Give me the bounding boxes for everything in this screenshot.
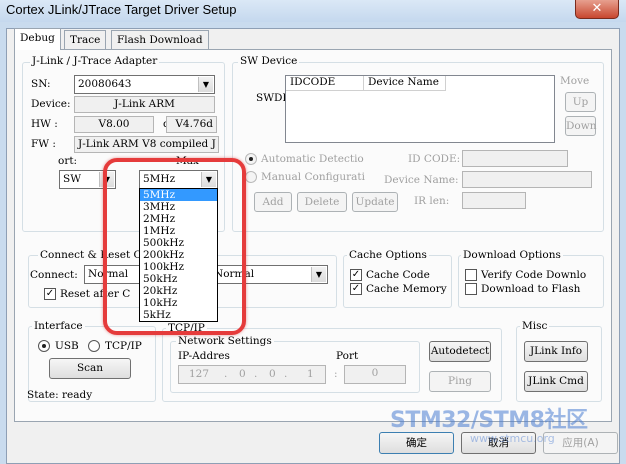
- usb-label: USB: [55, 340, 79, 352]
- interface-title: Interface: [32, 320, 85, 332]
- manual-config-radio[interactable]: [245, 171, 257, 183]
- id-code-field[interactable]: [462, 150, 568, 167]
- ip-address-label: IP-Addres: [178, 350, 230, 362]
- cache-memory-checkbox[interactable]: ✓: [350, 283, 362, 295]
- watermark: STM32/STM8社区: [390, 408, 588, 433]
- port-number-field[interactable]: 0: [344, 365, 406, 384]
- cache-code-label: Cache Code: [366, 269, 430, 281]
- device-field: J-Link ARM: [74, 96, 215, 113]
- id-code-label: ID CODE:: [408, 153, 461, 165]
- tab-debug-label: Debug: [20, 32, 55, 44]
- cache-memory-label: Cache Memory: [366, 283, 447, 295]
- device-value: J-Link ARM: [114, 98, 175, 110]
- network-settings-title: Network Settings: [176, 335, 274, 347]
- ir-len-label: IR len:: [414, 195, 450, 207]
- ok-button[interactable]: 确定: [379, 432, 454, 454]
- ir-len-field[interactable]: [462, 192, 526, 209]
- close-icon: ✕: [591, 1, 603, 16]
- move-up-button[interactable]: Up: [565, 92, 596, 112]
- port-number-label: Port: [336, 350, 359, 362]
- port-number-value: 0: [371, 367, 379, 379]
- tab-trace[interactable]: Trace: [64, 30, 107, 49]
- col-device-name: Device Name: [364, 76, 446, 91]
- update-button[interactable]: Update: [352, 192, 398, 212]
- cache-code-checkbox[interactable]: ✓: [350, 269, 362, 281]
- hw-label: HW :: [31, 118, 58, 130]
- port-label: ort:: [58, 155, 78, 167]
- fw-value: J-Link ARM V8 compiled J: [78, 138, 216, 150]
- auto-detect-label: Automatic Detectio: [261, 153, 364, 165]
- cache-options-title: Cache Options: [347, 249, 429, 261]
- move-label: Move: [560, 75, 590, 87]
- state-label: State: ready: [27, 389, 93, 401]
- ip-address-field[interactable]: 127 . 0 . 0 . 1: [178, 365, 326, 384]
- ip-octet-2: 0: [239, 368, 246, 380]
- device-label: Device:: [31, 98, 71, 110]
- tab-debug[interactable]: Debug: [14, 28, 61, 50]
- tab-flash-download-label: Flash Download: [117, 34, 203, 46]
- close-button[interactable]: ✕: [575, 0, 619, 19]
- hw-field: V8.00: [74, 116, 154, 133]
- ip-octet-4: 1: [307, 368, 314, 380]
- col-idcode: IDCODE: [286, 76, 364, 91]
- download-flash-checkbox[interactable]: [465, 283, 477, 295]
- add-button[interactable]: Add: [254, 192, 292, 212]
- sn-value: 20080643: [78, 78, 132, 90]
- verify-code-checkbox[interactable]: [465, 269, 477, 281]
- chevron-down-icon: ▼: [198, 77, 213, 92]
- sn-select[interactable]: 20080643 ▼: [74, 75, 215, 94]
- ping-button[interactable]: Ping: [429, 371, 491, 392]
- sw-device-title: SW Device: [238, 55, 300, 67]
- reset-after-checkbox[interactable]: ✓: [44, 288, 56, 300]
- connect-label: Connect:: [30, 269, 78, 281]
- ip-octet-3: 0: [269, 368, 276, 380]
- tab-trace-label: Trace: [70, 34, 101, 46]
- sn-label: SN:: [31, 78, 51, 90]
- dll-value: V4.76d: [175, 118, 213, 130]
- chevron-down-icon: ▼: [311, 267, 326, 282]
- move-down-button[interactable]: Down: [565, 116, 597, 136]
- tcpip-radio-label: TCP/IP: [105, 340, 142, 352]
- dll-field: V4.76d: [166, 116, 217, 133]
- title-bar: Cortex JLink/JTrace Target Driver Setup: [0, 0, 626, 22]
- col-device-name-label: Device Name: [368, 76, 439, 88]
- swdi-label: SWDI: [256, 92, 287, 104]
- misc-title: Misc: [520, 320, 550, 332]
- ip-octet-1: 127: [189, 368, 210, 380]
- delete-button[interactable]: Delete: [297, 192, 347, 212]
- device-name-field[interactable]: [462, 171, 592, 188]
- device-name-label: Device Name:: [384, 174, 459, 186]
- cache-options-group: [343, 255, 452, 308]
- col-idcode-label: IDCODE: [290, 76, 336, 88]
- fw-label: FW :: [31, 138, 56, 150]
- sw-device-table[interactable]: IDCODE Device Name: [285, 75, 555, 143]
- autodetect-button[interactable]: Autodetect: [429, 341, 491, 362]
- jlink-cmd-button[interactable]: JLink Cmd: [524, 371, 588, 392]
- download-options-group: [458, 255, 604, 308]
- tab-flash-download[interactable]: Flash Download: [111, 30, 209, 49]
- download-flash-label: Download to Flash: [481, 283, 581, 295]
- scan-button[interactable]: Scan: [49, 358, 131, 379]
- auto-detect-radio[interactable]: [245, 153, 257, 165]
- hw-value: V8.00: [98, 118, 130, 130]
- watermark-url: www.stmcu.org: [470, 432, 555, 445]
- tcpip-radio[interactable]: [88, 340, 100, 352]
- window-title: Cortex JLink/JTrace Target Driver Setup: [6, 2, 237, 17]
- manual-config-label: Manual Configurati: [261, 171, 365, 183]
- verify-code-label: Verify Code Downlo: [481, 269, 587, 281]
- port-value: SW: [63, 173, 81, 185]
- adapter-group-title: J-Link / J-Trace Adapter: [30, 55, 160, 67]
- usb-radio[interactable]: [38, 340, 50, 352]
- download-options-title: Download Options: [461, 249, 563, 261]
- jlink-info-button[interactable]: JLink Info: [524, 341, 588, 362]
- annotation-highlight: [103, 158, 246, 335]
- fw-field: J-Link ARM V8 compiled J: [74, 136, 219, 153]
